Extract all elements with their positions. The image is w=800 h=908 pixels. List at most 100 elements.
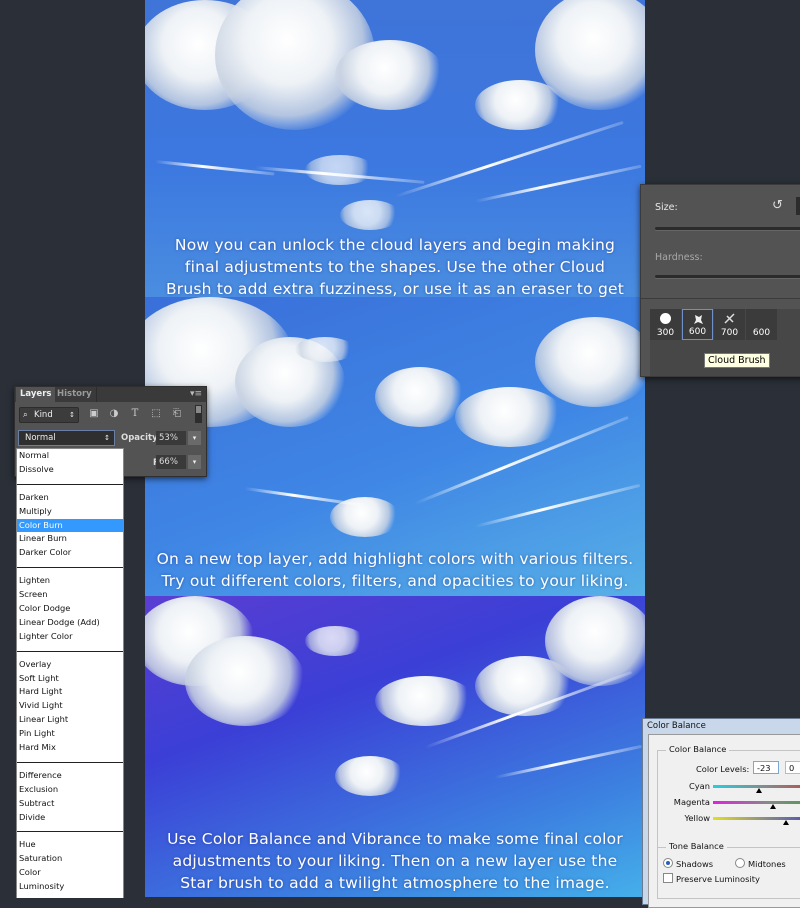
magenta-green-level-input[interactable]: 0 [785,761,800,774]
blend-mode-select[interactable]: Normal ↕ [18,430,115,446]
blend-mode-option[interactable]: Color Burn [17,518,123,533]
tutorial-caption-3: Use Color Balance and Vibrance to make s… [167,830,623,892]
blend-mode-option[interactable]: Saturation [17,852,123,866]
size-slider[interactable] [655,227,800,230]
shadows-label: Shadows [676,859,714,869]
menu-separator [17,761,123,763]
image-filter-icon[interactable]: ▣ [88,408,100,420]
slider-thumb[interactable] [770,804,776,809]
cyan-red-level-input[interactable]: -23 [753,761,779,774]
fill-input[interactable]: 66% [156,455,186,469]
dialog-body: Color Balance Color Levels: -23 0 Cyan M… [648,734,800,908]
dialog-title: Color Balance [647,721,706,731]
adjustment-filter-icon[interactable]: ◑ [108,408,120,420]
tab-history[interactable]: History [53,387,97,402]
brush-size: 600 [688,327,707,337]
search-icon: ⌕ [23,410,28,420]
midtones-radio[interactable]: Midtones [735,858,786,869]
blend-mode-option[interactable]: Exclusion [17,783,123,797]
opacity-input[interactable]: 53% [156,431,186,445]
sky-panel-3: Use Color Balance and Vibrance to make s… [145,596,645,897]
panel-menu-icon[interactable]: ▾≡ [190,389,202,399]
blend-mode-option[interactable]: Linear Light [17,713,123,727]
brush-size: 300 [656,328,675,338]
sky-panel-2: On a new top layer, add highlight colors… [145,297,645,596]
brush-preset[interactable]: 600 [746,309,777,340]
cyan-label: Cyan [688,781,710,791]
slider-thumb[interactable] [783,820,789,825]
color-levels-label: Color Levels: [696,764,750,774]
blend-mode-option[interactable]: Luminosity [17,880,123,894]
tone-balance-group: Tone Balance Shadows Midtones Preserve L… [657,841,800,899]
preserve-luminosity-label: Preserve Luminosity [676,874,760,884]
blend-mode-option[interactable]: Linear Dodge (Add) [17,616,123,630]
blend-mode-option[interactable]: Darken [17,491,123,505]
blend-mode-option[interactable]: Multiply [17,505,123,519]
hardness-slider[interactable] [655,275,800,278]
size-label: Size: [655,202,678,213]
menu-separator [17,831,123,833]
blend-mode-option[interactable]: Color Dodge [17,602,123,616]
magenta-green-slider[interactable] [713,801,800,804]
blend-mode-option[interactable]: Hard Light [17,685,123,699]
blend-mode-option[interactable]: Linear Burn [17,532,123,546]
blend-mode-option[interactable]: Overlay [17,658,123,672]
blend-mode-option[interactable]: Lighten [17,574,123,588]
filter-kind-select[interactable]: ⌕ Kind ↕ [19,407,79,423]
shadows-radio[interactable]: Shadows [663,858,713,869]
brush-size: 600 [752,328,771,338]
yellow-label: Yellow [684,813,710,823]
blend-mode-option[interactable]: Pin Light [17,727,123,741]
menu-separator [17,483,123,485]
brush-preset-selected[interactable]: 600 [682,309,713,340]
blend-mode-option[interactable]: Divide [17,811,123,825]
blend-mode-option[interactable]: Screen [17,588,123,602]
blend-mode-option[interactable]: Dissolve [17,463,123,477]
preserve-luminosity-checkbox[interactable]: Preserve Luminosity [663,873,760,884]
chevron-updown-icon: ↕ [69,411,75,419]
radio-checked-icon [663,858,673,868]
streak-brush-icon [724,313,735,324]
blend-mode-option[interactable]: Difference [17,769,123,783]
tab-layers[interactable]: Layers [16,387,56,402]
blend-mode-option[interactable]: Darker Color [17,546,123,560]
fill-dropdown-button[interactable]: ▾ [188,455,201,469]
chevron-updown-icon: ↕ [104,434,110,442]
type-filter-icon[interactable]: T [129,408,141,420]
color-balance-dialog: Color Balance Color Balance Color Levels… [642,718,800,908]
smart-object-filter-icon[interactable]: ⎗ [171,408,183,420]
divider [641,298,800,299]
canvas: Now you can unlock the cloud layers and … [145,0,645,897]
hardness-label: Hardness: [655,252,703,263]
blend-mode-option[interactable]: Hue [17,838,123,852]
filter-kind-label: Kind [34,410,53,420]
size-value-field[interactable] [796,197,800,215]
slider-thumb[interactable] [756,788,762,793]
sky-panel-1: Now you can unlock the cloud layers and … [145,0,645,297]
midtones-label: Midtones [748,859,786,869]
opacity-dropdown-button[interactable]: ▾ [188,431,201,445]
brush-preset[interactable]: 700 [714,309,745,340]
brush-preset[interactable]: 300 [650,309,681,340]
blend-mode-option[interactable]: Color [17,866,123,880]
checkbox-icon [663,873,673,883]
menu-separator [17,650,123,652]
magenta-label: Magenta [673,797,710,807]
reset-icon[interactable]: ↺ [772,198,783,213]
blend-mode-option[interactable]: Vivid Light [17,699,123,713]
blend-mode-option[interactable]: Hard Mix [17,741,123,755]
round-cloud-brush-icon [660,313,671,324]
tutorial-caption-2: On a new top layer, add highlight colors… [156,550,634,590]
cloud-brush-icon [694,315,703,324]
opacity-label: Opacity: [121,433,162,443]
blend-mode-option[interactable]: Subtract [17,797,123,811]
group-title: Color Balance [666,744,730,754]
brush-panel: Size: ↺ Hardness: 300 600 700 600 Cloud … [640,184,800,377]
shape-filter-icon[interactable]: ⬚ [150,408,162,420]
filter-toggle[interactable] [195,405,202,423]
blend-mode-option[interactable]: Lighter Color [17,630,123,644]
blend-mode-option[interactable]: Soft Light [17,672,123,686]
brush-tooltip: Cloud Brush [704,353,770,368]
tutorial-caption-1: Now you can unlock the cloud layers and … [165,236,625,297]
blend-mode-option[interactable]: Normal [17,449,123,463]
